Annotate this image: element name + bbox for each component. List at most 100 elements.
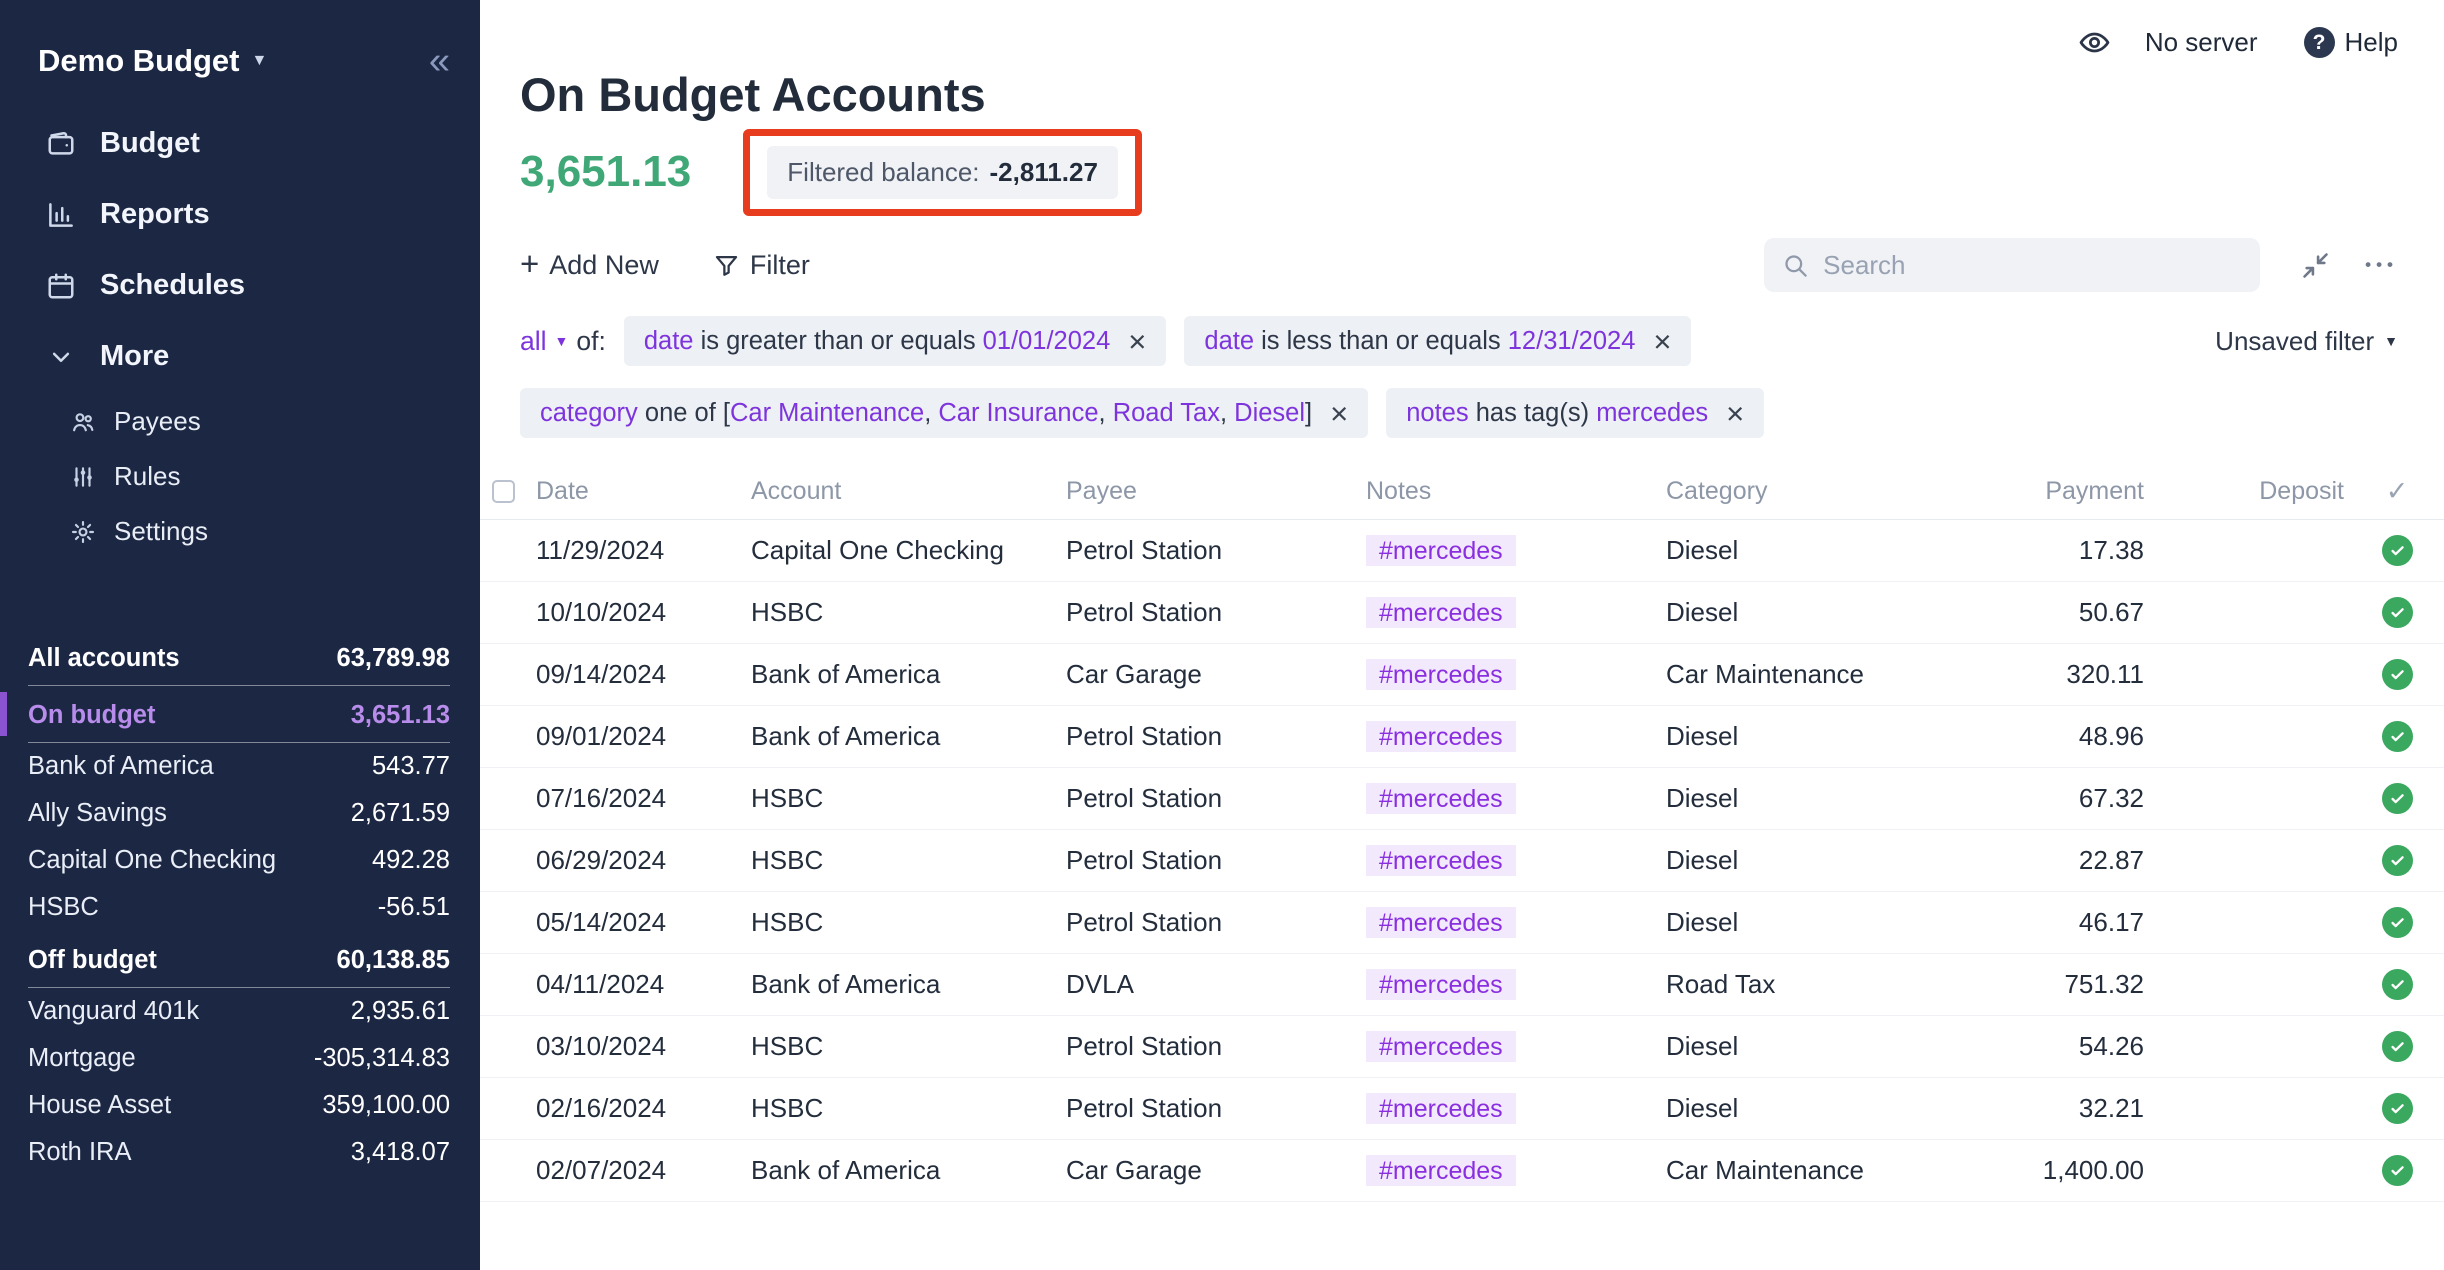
- cell-notes[interactable]: #mercedes: [1360, 659, 1660, 690]
- cell-notes[interactable]: #mercedes: [1360, 1093, 1660, 1124]
- cell-payee[interactable]: Car Garage: [1060, 659, 1360, 690]
- filter-button[interactable]: Filter: [713, 250, 810, 281]
- filter-condition-notes[interactable]: notes has tag(s) mercedes×: [1386, 388, 1764, 438]
- cell-category[interactable]: Diesel: [1660, 1093, 1980, 1124]
- cell-payee[interactable]: Petrol Station: [1060, 907, 1360, 938]
- sidebar-item-rules[interactable]: Rules: [28, 449, 452, 504]
- cell-account[interactable]: HSBC: [745, 1093, 1060, 1124]
- table-row[interactable]: 07/16/2024HSBCPetrol Station#mercedesDie…: [480, 768, 2444, 830]
- cell-payment[interactable]: 17.38: [1980, 535, 2150, 566]
- cleared-check-icon[interactable]: [2382, 845, 2413, 876]
- help-button[interactable]: ? Help: [2304, 27, 2398, 58]
- cell-category[interactable]: Diesel: [1660, 845, 1980, 876]
- cell-category[interactable]: Road Tax: [1660, 969, 1980, 1000]
- sidebar-item-settings[interactable]: Settings: [28, 504, 452, 559]
- cell-notes[interactable]: #mercedes: [1360, 783, 1660, 814]
- cell-date[interactable]: 02/07/2024: [530, 1155, 745, 1186]
- table-row[interactable]: 02/07/2024Bank of AmericaCar Garage#merc…: [480, 1140, 2444, 1202]
- cell-date[interactable]: 04/11/2024: [530, 969, 745, 1000]
- note-tag[interactable]: #mercedes: [1366, 1031, 1516, 1062]
- cell-account[interactable]: HSBC: [745, 907, 1060, 938]
- cell-category[interactable]: Diesel: [1660, 597, 1980, 628]
- note-tag[interactable]: #mercedes: [1366, 659, 1516, 690]
- account-balance[interactable]: 3,651.13: [520, 147, 691, 197]
- cleared-check-icon[interactable]: [2382, 1155, 2413, 1186]
- column-header-date[interactable]: Date: [530, 477, 745, 506]
- sidebar-item-budget[interactable]: Budget: [28, 108, 452, 179]
- more-menu-icon[interactable]: •••: [2365, 255, 2398, 275]
- cell-account[interactable]: Bank of America: [745, 659, 1060, 690]
- note-tag[interactable]: #mercedes: [1366, 535, 1516, 566]
- cell-notes[interactable]: #mercedes: [1360, 1155, 1660, 1186]
- cell-date[interactable]: 10/10/2024: [530, 597, 745, 628]
- note-tag[interactable]: #mercedes: [1366, 969, 1516, 1000]
- cell-account[interactable]: HSBC: [745, 845, 1060, 876]
- cell-payee[interactable]: Petrol Station: [1060, 597, 1360, 628]
- cell-notes[interactable]: #mercedes: [1360, 535, 1660, 566]
- cleared-check-icon[interactable]: [2382, 1031, 2413, 1062]
- table-row[interactable]: 09/01/2024Bank of AmericaPetrol Station#…: [480, 706, 2444, 768]
- cleared-check-icon[interactable]: [2382, 721, 2413, 752]
- cell-payment[interactable]: 32.21: [1980, 1093, 2150, 1124]
- cell-account[interactable]: HSBC: [745, 597, 1060, 628]
- note-tag[interactable]: #mercedes: [1366, 845, 1516, 876]
- close-icon[interactable]: ×: [1726, 398, 1744, 429]
- sidebar-account-capital-one-checking[interactable]: Capital One Checking492.28: [28, 837, 450, 884]
- cell-payment[interactable]: 54.26: [1980, 1031, 2150, 1062]
- table-row[interactable]: 06/29/2024HSBCPetrol Station#mercedes Die…: [480, 830, 2444, 892]
- cell-payee[interactable]: Petrol Station: [1060, 721, 1360, 752]
- close-icon[interactable]: ×: [1128, 326, 1146, 357]
- sidebar-collapse-icon[interactable]: «: [429, 42, 450, 80]
- cell-account[interactable]: HSBC: [745, 1031, 1060, 1062]
- cell-payee[interactable]: Petrol Station: [1060, 535, 1360, 566]
- filter-condition-date[interactable]: date is less than or equals 12/31/2024×: [1184, 316, 1691, 366]
- cleared-check-icon[interactable]: [2382, 659, 2413, 690]
- cell-date[interactable]: 02/16/2024: [530, 1093, 745, 1124]
- cell-payee[interactable]: DVLA: [1060, 969, 1360, 1000]
- cell-category[interactable]: Diesel: [1660, 907, 1980, 938]
- table-row[interactable]: 11/29/2024Capital One CheckingPetrol Sta…: [480, 520, 2444, 582]
- cell-notes[interactable]: #mercedes: [1360, 597, 1660, 628]
- cell-payee[interactable]: Petrol Station: [1060, 845, 1360, 876]
- cell-payment[interactable]: 751.32: [1980, 969, 2150, 1000]
- eye-icon[interactable]: [2078, 26, 2111, 59]
- sidebar-account-hsbc[interactable]: HSBC-56.51: [28, 884, 450, 931]
- note-tag[interactable]: #mercedes: [1366, 783, 1516, 814]
- table-row[interactable]: 04/11/2024Bank of AmericaDVLA#mercedesRo…: [480, 954, 2444, 1016]
- cell-payment[interactable]: 48.96: [1980, 721, 2150, 752]
- column-header-payment[interactable]: Payment: [1980, 477, 2150, 506]
- sidebar-account-house-asset[interactable]: House Asset359,100.00: [28, 1082, 450, 1129]
- cell-account[interactable]: Capital One Checking: [745, 535, 1060, 566]
- cell-payment[interactable]: 22.87: [1980, 845, 2150, 876]
- cleared-check-icon[interactable]: [2382, 1093, 2413, 1124]
- table-row[interactable]: 02/16/2024HSBCPetrol Station#mercedesDie…: [480, 1078, 2444, 1140]
- note-tag[interactable]: #mercedes: [1366, 1155, 1516, 1186]
- cell-payment[interactable]: 320.11: [1980, 659, 2150, 690]
- cell-account[interactable]: HSBC: [745, 783, 1060, 814]
- add-new-button[interactable]: + Add New: [520, 250, 659, 281]
- cell-payment[interactable]: 67.32: [1980, 783, 2150, 814]
- table-row[interactable]: 10/10/2024HSBCPetrol Station#mercedesDie…: [480, 582, 2444, 644]
- sidebar-account-vanguard-401k[interactable]: Vanguard 401k2,935.61: [28, 988, 450, 1035]
- close-icon[interactable]: ×: [1330, 398, 1348, 429]
- cleared-check-icon[interactable]: [2382, 969, 2413, 1000]
- cell-payment[interactable]: 46.17: [1980, 907, 2150, 938]
- sidebar-item-more[interactable]: More: [28, 321, 452, 392]
- column-header-category[interactable]: Category: [1660, 477, 1980, 506]
- cell-category[interactable]: Diesel: [1660, 721, 1980, 752]
- close-icon[interactable]: ×: [1653, 326, 1671, 357]
- cell-account[interactable]: Bank of America: [745, 721, 1060, 752]
- column-header-account[interactable]: Account: [745, 477, 1060, 506]
- sidebar-account-roth-ira[interactable]: Roth IRA3,418.07: [28, 1129, 450, 1176]
- cell-date[interactable]: 06/29/2024: [530, 845, 745, 876]
- table-row[interactable]: 09/14/2024Bank of AmericaCar Garage#merc…: [480, 644, 2444, 706]
- cell-notes[interactable]: #mercedes: [1360, 969, 1660, 1000]
- sidebar-section-off-budget[interactable]: Off budget60,138.85: [28, 931, 450, 988]
- cell-date[interactable]: 05/14/2024: [530, 907, 745, 938]
- sidebar-item-payees[interactable]: Payees: [28, 394, 452, 449]
- cell-category[interactable]: Diesel: [1660, 1031, 1980, 1062]
- cell-payment[interactable]: 1,400.00: [1980, 1155, 2150, 1186]
- server-status[interactable]: No server: [2145, 27, 2258, 58]
- cell-notes[interactable]: #mercedes: [1360, 845, 1660, 876]
- cell-date[interactable]: 03/10/2024: [530, 1031, 745, 1062]
